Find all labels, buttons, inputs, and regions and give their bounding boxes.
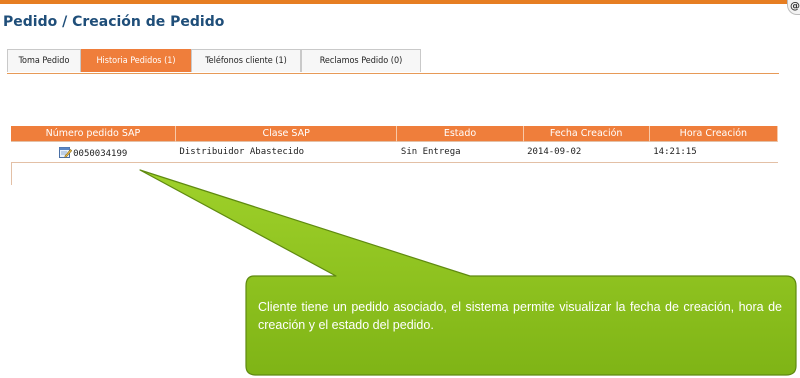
cell-numero-pedido[interactable]: 0050034199: [11, 141, 176, 163]
cell-hora-creacion: 14:21:15: [649, 141, 778, 163]
col-estado[interactable]: Estado: [396, 126, 524, 142]
orders-table: Número pedido SAP Clase SAP Estado Fecha…: [11, 126, 779, 163]
page-title: Pedido / Creación de Pedido: [3, 14, 225, 30]
tab-telefonos-cliente[interactable]: Teléfonos cliente (1): [191, 49, 301, 72]
table-left-border: [11, 163, 12, 185]
col-numero-pedido[interactable]: Número pedido SAP: [11, 126, 176, 142]
col-clase-sap[interactable]: Clase SAP: [175, 126, 398, 142]
cell-estado: Sin Entrega: [396, 141, 524, 163]
edit-document-icon[interactable]: [59, 146, 73, 158]
order-number[interactable]: 0050034199: [73, 149, 127, 159]
col-fecha-creacion[interactable]: Fecha Creación: [523, 126, 650, 142]
table-header-row: Número pedido SAP Clase SAP Estado Fecha…: [11, 126, 779, 142]
tab-toma-pedido[interactable]: Toma Pedido: [7, 49, 81, 72]
cell-clase-sap: Distribuidor Abastecido: [175, 141, 397, 163]
tab-bar: Toma Pedido Historia Pedidos (1) Teléfon…: [7, 49, 779, 74]
tab-historia-pedidos[interactable]: Historia Pedidos (1): [81, 49, 191, 72]
tab-reclamos-pedido[interactable]: Reclamos Pedido (0): [301, 49, 421, 72]
callout-text: Cliente tiene un pedido asociado, el sis…: [258, 300, 782, 332]
corner-icon[interactable]: @: [787, 0, 800, 15]
cell-fecha-creacion: 2014-09-02: [523, 141, 650, 163]
top-accent-bar: [0, 0, 800, 4]
table-row[interactable]: 0050034199 Distribuidor Abastecido Sin E…: [11, 141, 778, 163]
callout-shape: [139, 169, 797, 376]
col-hora-creacion[interactable]: Hora Creación: [649, 126, 779, 142]
